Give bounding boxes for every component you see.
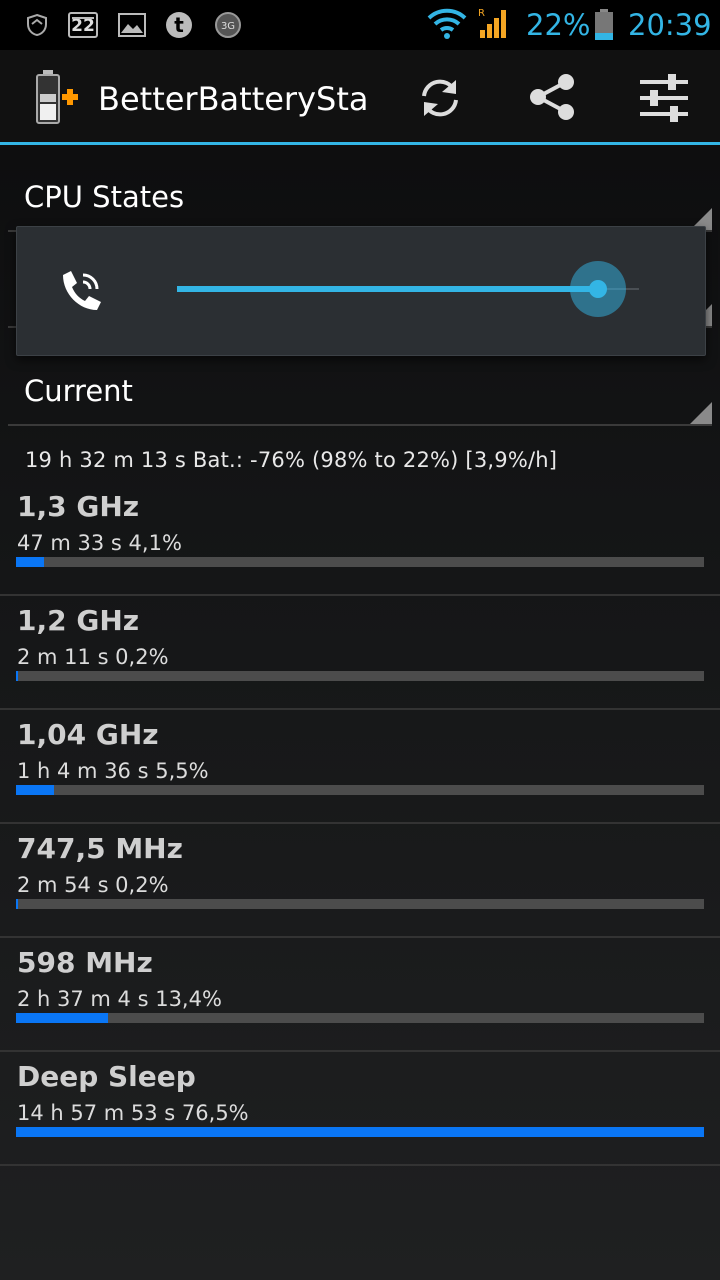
cpu-state-bar [16, 1013, 704, 1023]
cpu-state-row[interactable]: 1,2 GHz 2 m 11 s 0,2% [0, 596, 720, 710]
cpu-state-name: 747,5 MHz [17, 832, 183, 865]
signal-icon: R [478, 8, 506, 38]
cpu-state-bar-fill [16, 671, 19, 681]
cpu-state-bar-fill [16, 1127, 704, 1137]
cpu-state-row[interactable]: 1,04 GHz 1 h 4 m 36 s 5,5% [0, 710, 720, 824]
reference-label: Current [24, 374, 133, 408]
cpu-state-bar-fill [16, 785, 54, 795]
phone-volume-icon [63, 271, 101, 310]
volume-thumb[interactable] [589, 280, 608, 298]
svg-text:3G: 3G [221, 21, 235, 32]
cpu-state-bar [16, 785, 704, 795]
stat-type-spinner[interactable]: CPU States [8, 164, 712, 232]
cpu-state-row[interactable]: 598 MHz 2 h 37 m 4 s 13,4% [0, 938, 720, 1052]
cpu-state-row[interactable]: 747,5 MHz 2 m 54 s 0,2% [0, 824, 720, 938]
share-icon[interactable] [528, 72, 578, 122]
clock: 20:39 [628, 8, 712, 42]
cpu-state-row[interactable]: 1,3 GHz 47 m 33 s 4,1% [0, 482, 720, 596]
calendar-date: 22 [71, 16, 95, 36]
cpu-state-bar [16, 899, 704, 909]
volume-fill [177, 286, 599, 292]
stat-type-label: CPU States [24, 180, 185, 214]
image-icon [118, 13, 146, 37]
cpu-state-bar [16, 1127, 704, 1137]
battery-summary: 19 h 32 m 13 s Bat.: -76% (98% to 22%) [… [25, 448, 558, 472]
status-bar: 22 t 3G R 22% 20:39 [0, 0, 720, 50]
battery-percent: 22% [526, 8, 591, 42]
app-title: BetterBatteryStats [98, 80, 368, 118]
volume-popup [16, 226, 706, 356]
cpu-state-detail: 14 h 57 m 53 s 76,5% [17, 1101, 249, 1125]
cpu-state-name: 598 MHz [17, 946, 153, 979]
cpu-state-detail: 47 m 33 s 4,1% [17, 531, 182, 555]
shield-icon [27, 13, 47, 37]
wifi-icon [427, 8, 467, 39]
app-logo-icon [36, 70, 78, 124]
cpu-state-name: Deep Sleep [17, 1060, 196, 1093]
cpu-state-bar-fill [16, 1013, 109, 1023]
cpu-state-bar-fill [16, 557, 45, 567]
cpu-state-detail: 2 h 37 m 4 s 13,4% [17, 987, 222, 1011]
settings-sliders-icon[interactable] [638, 72, 690, 124]
refresh-icon[interactable] [416, 74, 464, 122]
svg-text:t: t [174, 13, 184, 37]
cpu-state-name: 1,2 GHz [17, 604, 140, 637]
cpu-state-detail: 2 m 54 s 0,2% [17, 873, 169, 897]
cpu-state-bar [16, 557, 704, 567]
cpu-state-bar-fill [16, 899, 19, 909]
reference-spinner[interactable]: Current [8, 358, 712, 426]
cpu-state-name: 1,04 GHz [17, 718, 159, 751]
3g-icon: 3G [215, 12, 241, 38]
cpu-state-bar [16, 671, 704, 681]
cpu-state-name: 1,3 GHz [17, 490, 140, 523]
tumblr-icon: t [166, 12, 192, 38]
svg-text:R: R [478, 8, 485, 19]
cpu-state-detail: 1 h 4 m 36 s 5,5% [17, 759, 209, 783]
action-bar-divider [0, 142, 720, 145]
battery-icon [595, 9, 613, 40]
cpu-state-row[interactable]: Deep Sleep 14 h 57 m 53 s 76,5% [0, 1052, 720, 1166]
calendar-icon: 22 [68, 12, 98, 38]
dropdown-arrow-icon [690, 402, 712, 424]
cpu-state-detail: 2 m 11 s 0,2% [17, 645, 169, 669]
